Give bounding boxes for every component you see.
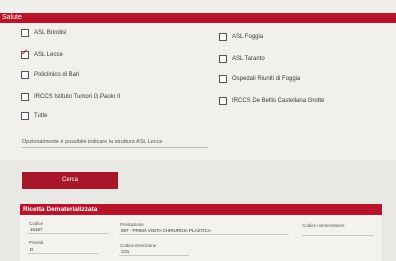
checkbox[interactable] <box>21 71 29 79</box>
priorita-label: Priorità <box>29 240 44 245</box>
option-asl-lecce[interactable]: ASL Lecce <box>21 48 63 59</box>
checkbox[interactable] <box>21 29 29 37</box>
prestazione-field[interactable]: 897 - PRIMA VISITA CHIRURGIA PLASTICA <box>119 227 289 235</box>
option-asl-taranto[interactable]: ASL Taranto <box>219 55 265 63</box>
option-irccs-de-bellis[interactable]: IRCCS De Bellis Castellana Grotte <box>219 97 324 105</box>
structure-note-input[interactable]: Opzionalmente è possibile indicare la st… <box>22 139 208 148</box>
option-label: IRCCS De Bellis Castellana Grotte <box>232 98 325 104</box>
checkbox[interactable] <box>21 112 29 120</box>
option-label: ASL Taranto <box>232 56 265 62</box>
option-label: ASL Lecce <box>34 52 63 58</box>
checkbox[interactable] <box>21 93 29 101</box>
ricetta-panel: Codice 16167 Prestazione 897 - PRIMA VIS… <box>20 215 382 261</box>
option-tutte[interactable]: Tutte <box>21 112 47 120</box>
ricetta-header: Ricetta Dematerializzata <box>20 204 382 215</box>
option-asl-foggia[interactable]: ASL Foggia <box>219 33 263 41</box>
codice-esenzione-field[interactable]: C01 <box>119 248 189 256</box>
section-header: Salute <box>0 13 396 23</box>
option-label: Ospedali Riuniti di Foggia <box>232 76 301 82</box>
option-label: Policlinico di Bari <box>34 72 80 78</box>
option-label: IRCCS Istituto Tumori G.Paolo II <box>34 94 121 100</box>
codice-nomenclatore-field[interactable] <box>302 228 374 236</box>
codice-field[interactable]: 16167 <box>28 226 108 234</box>
option-ospedali-riuniti-foggia[interactable]: Ospedali Riuniti di Foggia <box>219 75 300 83</box>
option-policlinico-bari[interactable]: Policlinico di Bari <box>21 71 79 79</box>
checkbox[interactable] <box>219 97 227 105</box>
checkbox[interactable] <box>219 75 227 83</box>
top-strip <box>0 0 396 13</box>
search-button[interactable]: Cerca <box>22 172 118 189</box>
checkbox[interactable] <box>219 33 227 41</box>
priorita-field[interactable]: D <box>28 246 98 254</box>
checkbox-checked[interactable] <box>21 48 29 59</box>
option-label: ASL Foggia <box>232 34 264 40</box>
checkbox[interactable] <box>219 55 227 63</box>
option-label: Tutte <box>34 113 48 119</box>
option-label: ASL Brindisi <box>34 30 67 36</box>
option-asl-brindisi[interactable]: ASL Brindisi <box>21 29 66 37</box>
option-irccs-tumori[interactable]: IRCCS Istituto Tumori G.Paolo II <box>21 93 120 101</box>
